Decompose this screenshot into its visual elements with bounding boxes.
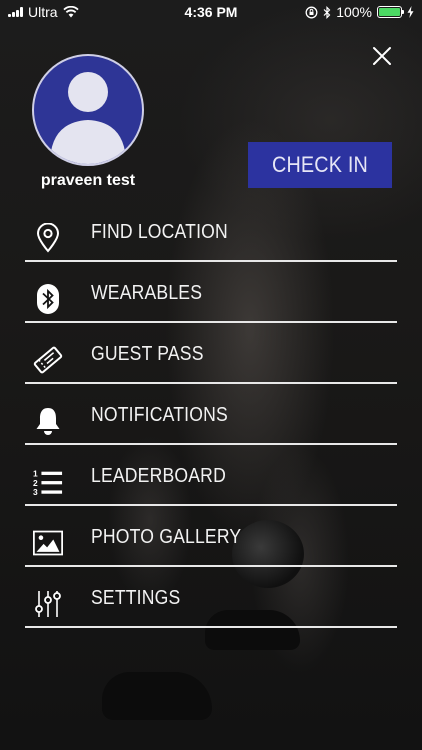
menu-item-find-location[interactable]: FIND LOCATION bbox=[25, 201, 397, 262]
bluetooth-status-icon bbox=[323, 5, 331, 19]
status-bar: Ultra 4:36 PM 100% bbox=[0, 0, 422, 24]
battery-icon bbox=[377, 6, 404, 18]
menu-item-label: SETTINGS bbox=[91, 587, 181, 609]
image-icon bbox=[33, 528, 63, 558]
ticket-icon bbox=[33, 345, 63, 375]
status-time: 4:36 PM bbox=[184, 4, 238, 20]
svg-text:3: 3 bbox=[33, 487, 38, 497]
menu-item-label: WEARABLES bbox=[91, 282, 203, 304]
menu-item-label: LEADERBOARD bbox=[91, 465, 226, 487]
check-in-button[interactable]: CHECK IN bbox=[248, 142, 392, 188]
status-right: 100% bbox=[274, 4, 414, 20]
user-name: praveen test bbox=[40, 172, 136, 189]
sliders-icon bbox=[33, 589, 63, 619]
side-menu: FIND LOCATION WEARABLES GUEST PASS NOTIF… bbox=[25, 201, 397, 628]
menu-item-label: NOTIFICATIONS bbox=[91, 404, 228, 426]
wifi-icon bbox=[62, 6, 79, 18]
close-icon[interactable] bbox=[368, 42, 396, 70]
menu-item-wearables[interactable]: WEARABLES bbox=[25, 262, 397, 323]
menu-item-label: GUEST PASS bbox=[91, 343, 204, 365]
default-user-avatar-icon bbox=[50, 72, 126, 164]
carrier-name: Ultra bbox=[28, 4, 58, 20]
numbered-list-icon: 1 2 3 bbox=[33, 467, 63, 497]
bell-icon bbox=[33, 406, 63, 436]
menu-item-label: FIND LOCATION bbox=[91, 221, 228, 243]
menu-item-leaderboard[interactable]: 1 2 3 LEADERBOARD bbox=[25, 445, 397, 506]
battery-percent: 100% bbox=[336, 4, 372, 20]
background-shoe bbox=[102, 672, 212, 720]
bluetooth-icon bbox=[33, 284, 63, 314]
menu-item-settings[interactable]: SETTINGS bbox=[25, 567, 397, 628]
menu-item-label: PHOTO GALLERY bbox=[91, 526, 242, 548]
charging-icon bbox=[407, 6, 414, 18]
avatar[interactable] bbox=[32, 54, 144, 166]
menu-item-notifications[interactable]: NOTIFICATIONS bbox=[25, 384, 397, 445]
orientation-lock-icon bbox=[305, 6, 318, 18]
status-left: Ultra bbox=[8, 4, 148, 20]
menu-item-photo-gallery[interactable]: PHOTO GALLERY bbox=[25, 506, 397, 567]
signal-strength-icon bbox=[8, 7, 23, 17]
location-pin-icon bbox=[33, 223, 63, 253]
menu-item-guest-pass[interactable]: GUEST PASS bbox=[25, 323, 397, 384]
